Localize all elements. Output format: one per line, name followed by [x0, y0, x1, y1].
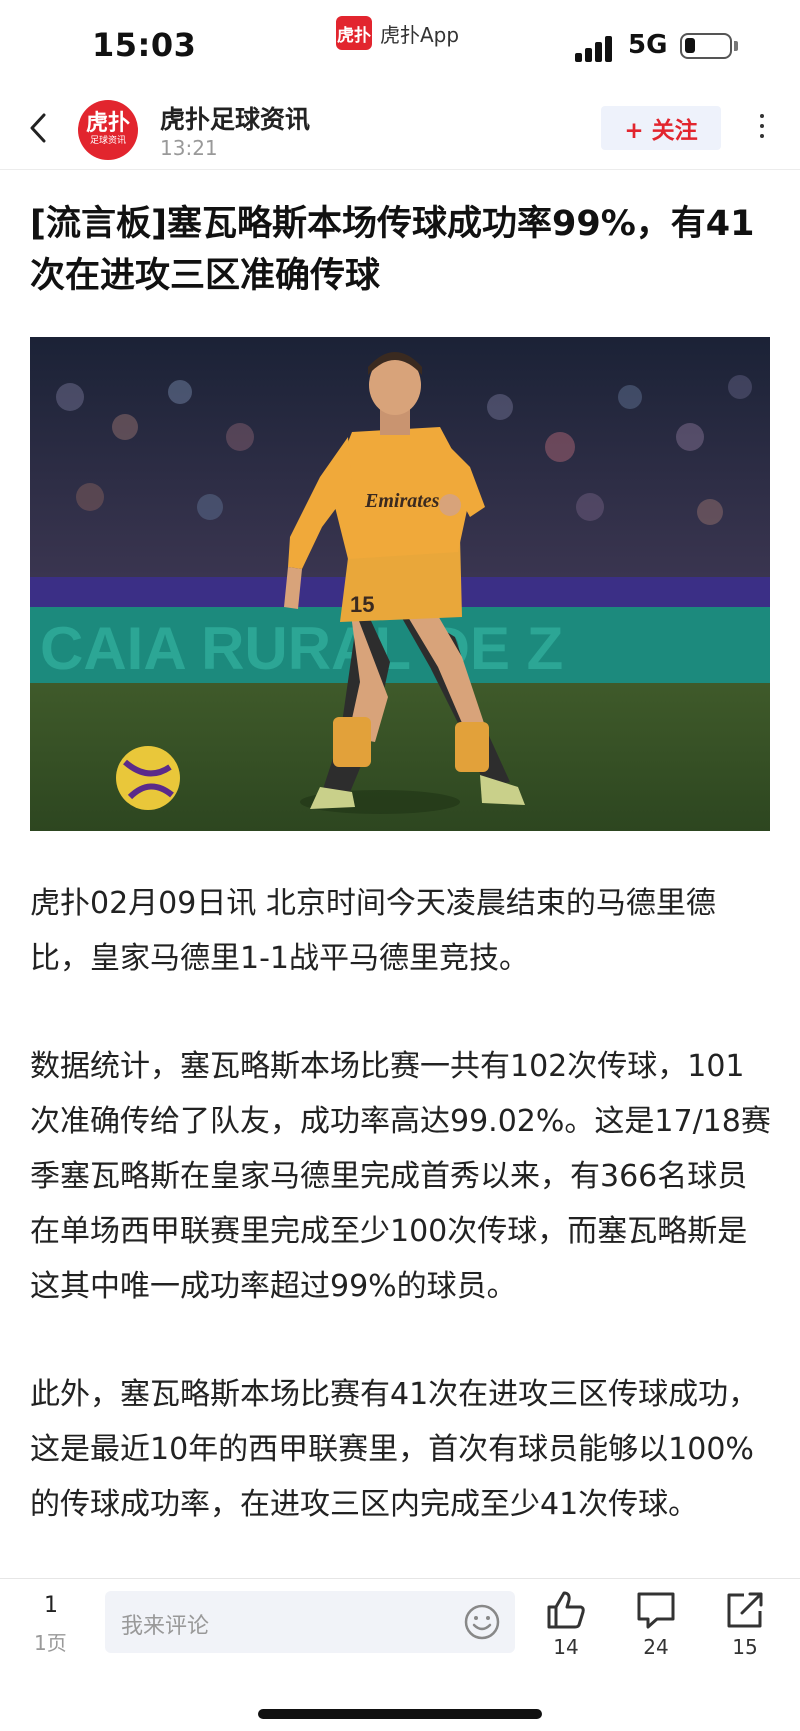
avatar-text-top: 虎扑 — [85, 111, 130, 136]
avatar[interactable]: 虎扑 足球资讯 — [78, 100, 138, 160]
status-app-name: 虎扑App — [380, 22, 460, 47]
paragraph: 此外，塞瓦略斯本场比赛有41次在进攻三区传球成功，这是最近10年的西甲联赛里，首… — [30, 1377, 759, 1522]
status-app-indicator[interactable]: 虎扑 虎扑App — [336, 16, 459, 50]
share-icon — [727, 1592, 763, 1628]
post-time: 13:21 — [160, 136, 218, 160]
follow-button[interactable]: + 关注 — [601, 106, 721, 150]
shirt-sponsor-text: Emirates — [364, 490, 440, 512]
like-count: 14 — [553, 1635, 579, 1659]
article-image[interactable]: CAIA RURAL DE Z Emirates 15 — [30, 337, 770, 831]
like-button[interactable]: 14 — [536, 1589, 596, 1659]
paragraph: 数据统计，塞瓦略斯本场比赛一共有102次传球，101次准确传给了队友，成功率高达… — [30, 1049, 771, 1304]
board-text: CAIA RURAL DE Z — [40, 615, 563, 682]
emoji-icon[interactable] — [463, 1603, 501, 1641]
status-bar: 15:03 虎扑 虎扑App 5G — [0, 0, 800, 86]
network-type: 5G — [628, 30, 668, 60]
hupu-logo-icon: 虎扑 — [336, 16, 372, 50]
comment-icon — [637, 1592, 675, 1629]
article-body: 虎扑02月09日讯 北京时间今天凌晨结束的马德里德比，皇家马德里1-1战平马德里… — [30, 876, 772, 1585]
thumbs-up-icon — [547, 1591, 585, 1629]
avatar-text-bottom: 足球资讯 — [89, 136, 126, 146]
back-icon[interactable] — [24, 110, 54, 146]
page-number[interactable]: 1 — [44, 1593, 58, 1618]
signal-icon — [575, 36, 617, 62]
more-options-icon[interactable] — [758, 114, 766, 144]
battery-icon — [680, 33, 732, 59]
page-label[interactable]: 1页 — [34, 1627, 67, 1656]
paragraph: 虎扑02月09日讯 北京时间今天凌晨结束的马德里德比，皇家马德里1-1战平马德里… — [30, 886, 716, 976]
share-count: 15 — [732, 1635, 758, 1659]
comment-count: 24 — [643, 1635, 669, 1659]
home-indicator[interactable] — [258, 1709, 542, 1719]
author-name[interactable]: 虎扑足球资讯 — [160, 100, 310, 136]
share-button[interactable]: 15 — [715, 1589, 775, 1659]
status-time: 15:03 — [92, 26, 197, 64]
battery-tip — [734, 41, 738, 51]
comment-button[interactable]: 24 — [626, 1589, 686, 1659]
comment-placeholder: 我来评论 — [121, 1614, 210, 1639]
article-title: [流言板]塞瓦略斯本场传球成功率99%，有41次在进攻三区准确传球 — [30, 204, 755, 296]
player-photo: CAIA RURAL DE Z Emirates 15 — [30, 337, 770, 831]
article-header: 虎扑 足球资讯 虎扑足球资讯 13:21 + 关注 — [0, 86, 800, 170]
comment-input[interactable]: 我来评论 — [105, 1591, 515, 1653]
shirt-number-text: 15 — [350, 592, 374, 617]
